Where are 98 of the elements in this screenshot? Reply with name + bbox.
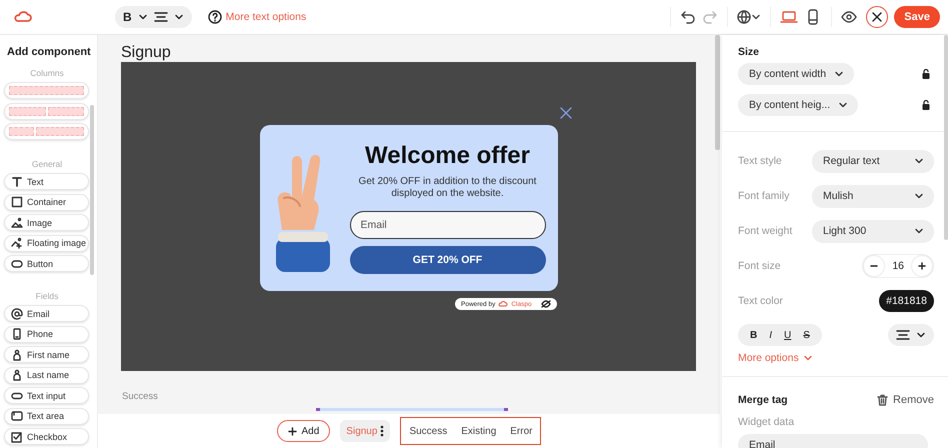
component-option[interactable]: Text input <box>4 387 89 404</box>
lock-icon <box>922 69 930 79</box>
cloud-logo-icon[interactable] <box>12 9 34 25</box>
close-button[interactable] <box>866 6 888 28</box>
screen-tab[interactable]: Success <box>403 420 454 442</box>
color-swatch[interactable]: #181818 <box>879 290 934 312</box>
text-icon <box>11 176 23 188</box>
help-icon <box>208 10 222 24</box>
align-center-icon <box>896 329 910 341</box>
chevron-down-icon <box>751 12 762 22</box>
checkbox-icon <box>11 430 23 442</box>
bold-button[interactable]: B <box>123 10 132 24</box>
cloud-logo-icon <box>498 300 508 308</box>
scrollbar[interactable] <box>715 35 720 150</box>
screen-tab[interactable]: Error <box>504 420 538 442</box>
italic-button[interactable]: I <box>769 330 772 340</box>
section-heading: General <box>30 159 64 169</box>
popup-description: Get 20% OFF in addition to the discount disployed on the website. <box>358 176 538 200</box>
component-option[interactable]: Floating image <box>4 234 89 252</box>
chevron-down-icon <box>138 12 148 22</box>
component-option[interactable]: Text area <box>4 408 89 424</box>
chevron-down-icon <box>834 69 844 79</box>
text-style-toolbar[interactable]: B I U S <box>738 324 822 346</box>
at-sign-icon <box>11 308 23 320</box>
screen-tab[interactable]: Existing <box>455 420 502 442</box>
pill-icon <box>11 258 23 270</box>
underline-button[interactable]: U <box>784 330 792 340</box>
field-label: Text color <box>738 295 783 307</box>
close-icon[interactable] <box>560 107 572 119</box>
globe-icon[interactable] <box>737 10 752 24</box>
field-label: Font weight <box>738 225 792 237</box>
chevron-down-icon <box>916 330 926 340</box>
increment-button[interactable] <box>912 256 932 276</box>
component-option[interactable]: First name <box>4 346 89 363</box>
strike-button[interactable]: S <box>803 330 810 340</box>
component-option[interactable]: Checkbox <box>4 428 89 445</box>
eye-off-icon <box>541 300 551 308</box>
plus-icon <box>918 262 926 270</box>
component-option[interactable]: Image <box>4 214 89 231</box>
component-option[interactable]: Text <box>4 173 89 190</box>
section-heading: Columns <box>29 68 65 78</box>
eye-icon[interactable] <box>841 11 858 23</box>
component-option[interactable]: Last name <box>4 366 89 384</box>
person-icon <box>11 348 23 360</box>
image-plus-icon <box>11 237 23 249</box>
field-label: Widget data <box>738 416 796 428</box>
text-align-dropdown[interactable] <box>888 324 934 346</box>
section-heading: Fields <box>34 291 60 301</box>
size-dropdown[interactable]: By content width <box>738 63 854 85</box>
get-discount-button[interactable]: GET 20% OFF <box>350 246 546 274</box>
person-icon <box>11 369 23 381</box>
add-button[interactable]: Add <box>276 420 330 442</box>
field-label: Font size <box>738 260 781 272</box>
section-title: Size <box>738 46 760 58</box>
panel-title: Add component <box>7 46 92 58</box>
remove-button[interactable]: Remove <box>877 394 934 406</box>
more-options-icon <box>380 425 384 437</box>
component-option[interactable]: Email <box>4 305 89 322</box>
image-icon <box>11 216 23 228</box>
square-icon <box>11 196 23 208</box>
select-dropdown[interactable]: Light 300 <box>812 220 934 242</box>
section-title: Merge tag <box>738 394 788 406</box>
chevron-down-icon <box>174 12 184 22</box>
decrement-button[interactable] <box>864 256 884 276</box>
widget-data-dropdown[interactable]: Email <box>738 434 928 448</box>
trash-icon <box>877 394 888 406</box>
chevron-down-icon <box>914 226 924 236</box>
chevron-down-icon <box>914 191 924 201</box>
chevron-down-icon <box>838 100 848 110</box>
phone-icon <box>11 328 23 340</box>
bold-button[interactable]: B <box>750 330 758 340</box>
popup-title: Welcome offer <box>364 142 531 170</box>
select-dropdown[interactable]: Mulish <box>812 184 934 208</box>
align-center-icon[interactable] <box>154 11 168 23</box>
undo-icon[interactable] <box>680 9 696 25</box>
font-size-value: 16 <box>892 260 904 272</box>
lock-icon <box>922 100 930 110</box>
component-option[interactable]: Button <box>4 255 89 272</box>
desktop-device-icon[interactable] <box>780 9 798 25</box>
scrollbar[interactable] <box>944 35 948 240</box>
section-label: Signup <box>121 44 172 62</box>
field-label: Font family <box>738 190 790 202</box>
component-option[interactable]: Phone <box>4 326 89 342</box>
component-option[interactable]: Container <box>4 194 89 210</box>
font-size-stepper[interactable]: 16 <box>862 254 934 278</box>
email-field[interactable]: Email <box>350 210 546 238</box>
select-dropdown[interactable]: Regular text <box>812 150 934 172</box>
section-label: Success <box>122 391 159 402</box>
chevron-down-icon <box>914 156 924 166</box>
chevron-down-icon <box>802 353 813 363</box>
plus-icon <box>288 426 296 436</box>
field-label: Text style <box>738 155 782 167</box>
size-dropdown[interactable]: By content heig... <box>738 94 858 116</box>
scrollbar[interactable] <box>90 105 94 275</box>
text-format-toolbar[interactable]: B <box>115 6 192 28</box>
close-icon <box>872 12 882 22</box>
save-button[interactable]: Save <box>894 6 940 28</box>
textarea-icon <box>11 410 23 422</box>
